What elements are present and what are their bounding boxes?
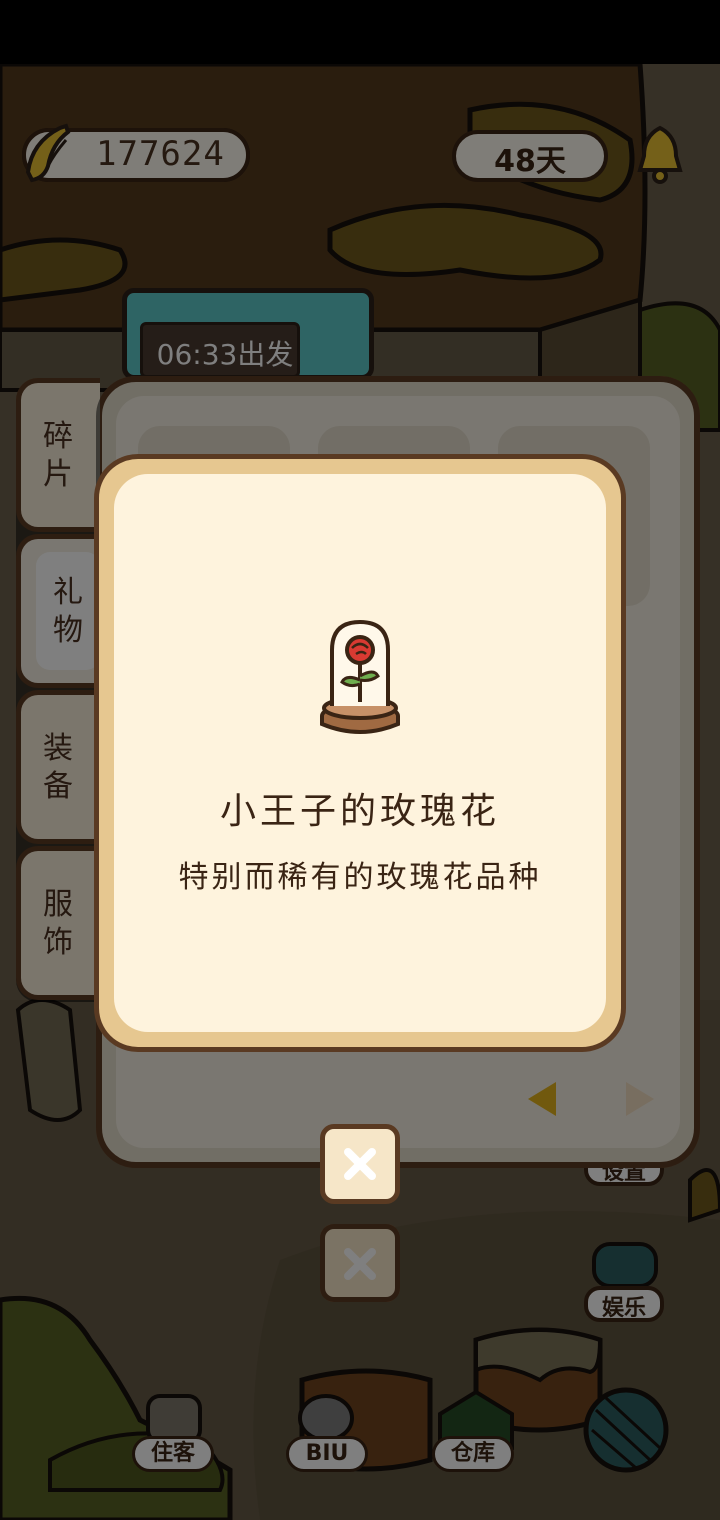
tabs-dim [16,378,100,1002]
status-bar [0,0,720,64]
close-icon[interactable] [340,1144,380,1184]
rose-in-glass-dome-icon [320,619,400,734]
item-name: 小王子的玫瑰花 [219,791,500,832]
item-description: 特别而稀有的玫瑰花品种 [178,860,542,895]
item-detail-card [114,474,606,1032]
close-inventory-dim [320,1224,400,1302]
